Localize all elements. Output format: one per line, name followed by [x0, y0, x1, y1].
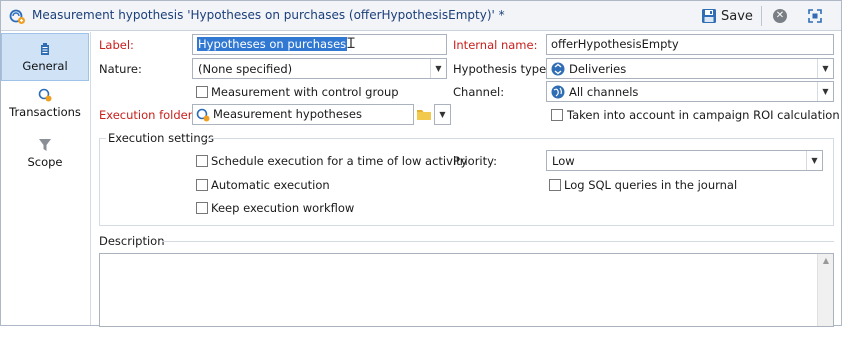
- roi-checkbox[interactable]: [551, 109, 563, 121]
- description-label: Description: [99, 234, 165, 248]
- execution-folder-input[interactable]: Measurement hypotheses: [192, 104, 414, 125]
- log-sql-checkbox[interactable]: [549, 179, 561, 191]
- close-icon[interactable]: ✕: [773, 9, 787, 23]
- window-title: Measurement hypothesis 'Hypotheses on pu…: [32, 8, 505, 22]
- automatic-execution-checkbox[interactable]: [196, 179, 208, 191]
- chevron-down-icon: ▼: [806, 151, 822, 170]
- sidebar-item-transactions[interactable]: Transactions: [1, 88, 89, 128]
- automatic-execution-label: Automatic execution: [211, 178, 330, 192]
- save-button[interactable]: Save: [701, 6, 753, 26]
- hypothesis-icon: [9, 9, 25, 24]
- scroll-up-icon[interactable]: ▲: [818, 256, 834, 265]
- fullscreen-icon[interactable]: [808, 9, 822, 23]
- sidebar-item-label: Scope: [27, 155, 63, 169]
- funnel-icon: [39, 139, 51, 151]
- control-group-checkbox[interactable]: [196, 86, 208, 98]
- label-field-label: Label:: [99, 38, 134, 52]
- globe-icon: [551, 85, 565, 99]
- execution-folder-value: Measurement hypotheses: [213, 107, 362, 121]
- floppy-disk-icon: [702, 9, 716, 23]
- folder-icon[interactable]: [416, 107, 432, 121]
- transactions-icon: [38, 88, 52, 102]
- toolbar-separator: [761, 6, 762, 26]
- chevron-down-icon: ▼: [439, 110, 446, 119]
- execution-folder-label: Execution folder:: [99, 108, 197, 122]
- channel-value: All channels: [569, 85, 639, 99]
- control-group-label: Measurement with control group: [211, 85, 399, 99]
- schedule-label: Schedule execution for a time of low act…: [211, 154, 468, 168]
- priority-label: Priority:: [453, 154, 497, 168]
- priority-select[interactable]: Low ▼: [546, 150, 823, 171]
- hypothesis-type-label: Hypothesis type:: [453, 62, 551, 76]
- hypothesis-type-value: Deliveries: [569, 62, 627, 76]
- folder-hypothesis-icon: [196, 108, 210, 122]
- nature-value: (None specified): [198, 62, 293, 76]
- gear-icon: [41, 43, 49, 55]
- chevron-down-icon: ▼: [430, 59, 446, 78]
- group-divider: [99, 138, 106, 139]
- sidebar-item-label: General: [22, 59, 68, 73]
- description-divider: [162, 241, 834, 242]
- channel-select[interactable]: All channels ▼: [546, 81, 834, 102]
- sidebar-item-label: Transactions: [9, 105, 81, 119]
- chevron-down-icon: ▼: [817, 82, 833, 101]
- roi-label: Taken into account in campaign ROI calcu…: [567, 108, 840, 122]
- sidebar: General Transactions Scope: [1, 32, 91, 325]
- sidebar-item-general[interactable]: General: [1, 33, 89, 81]
- save-label: Save: [721, 8, 753, 24]
- description-textarea[interactable]: [99, 253, 834, 327]
- channel-label: Channel:: [453, 85, 505, 99]
- nature-label: Nature:: [99, 62, 142, 76]
- hypothesis-type-select[interactable]: Deliveries ▼: [546, 58, 834, 79]
- sidebar-item-scope[interactable]: Scope: [1, 138, 89, 178]
- chevron-down-icon: ▼: [817, 59, 833, 78]
- internal-name-input[interactable]: offerHypothesisEmpty: [546, 34, 834, 55]
- nature-select[interactable]: (None specified) ▼: [192, 58, 447, 79]
- description-scrollbar[interactable]: ▲: [817, 254, 833, 326]
- priority-value: Low: [552, 154, 575, 168]
- log-sql-label: Log SQL queries in the journal: [564, 178, 738, 192]
- keep-workflow-label: Keep execution workflow: [211, 201, 355, 215]
- delivery-icon: [551, 62, 565, 76]
- label-input[interactable]: Hypotheses on purchases: [192, 34, 447, 55]
- keep-workflow-checkbox[interactable]: [196, 202, 208, 214]
- label-input-value: Hypotheses on purchases: [197, 37, 348, 51]
- schedule-checkbox[interactable]: [196, 155, 208, 167]
- text-cursor-icon: Ｉ: [344, 36, 358, 52]
- execution-folder-dropdown[interactable]: ▼: [434, 104, 451, 125]
- internal-name-label: Internal name:: [453, 38, 538, 52]
